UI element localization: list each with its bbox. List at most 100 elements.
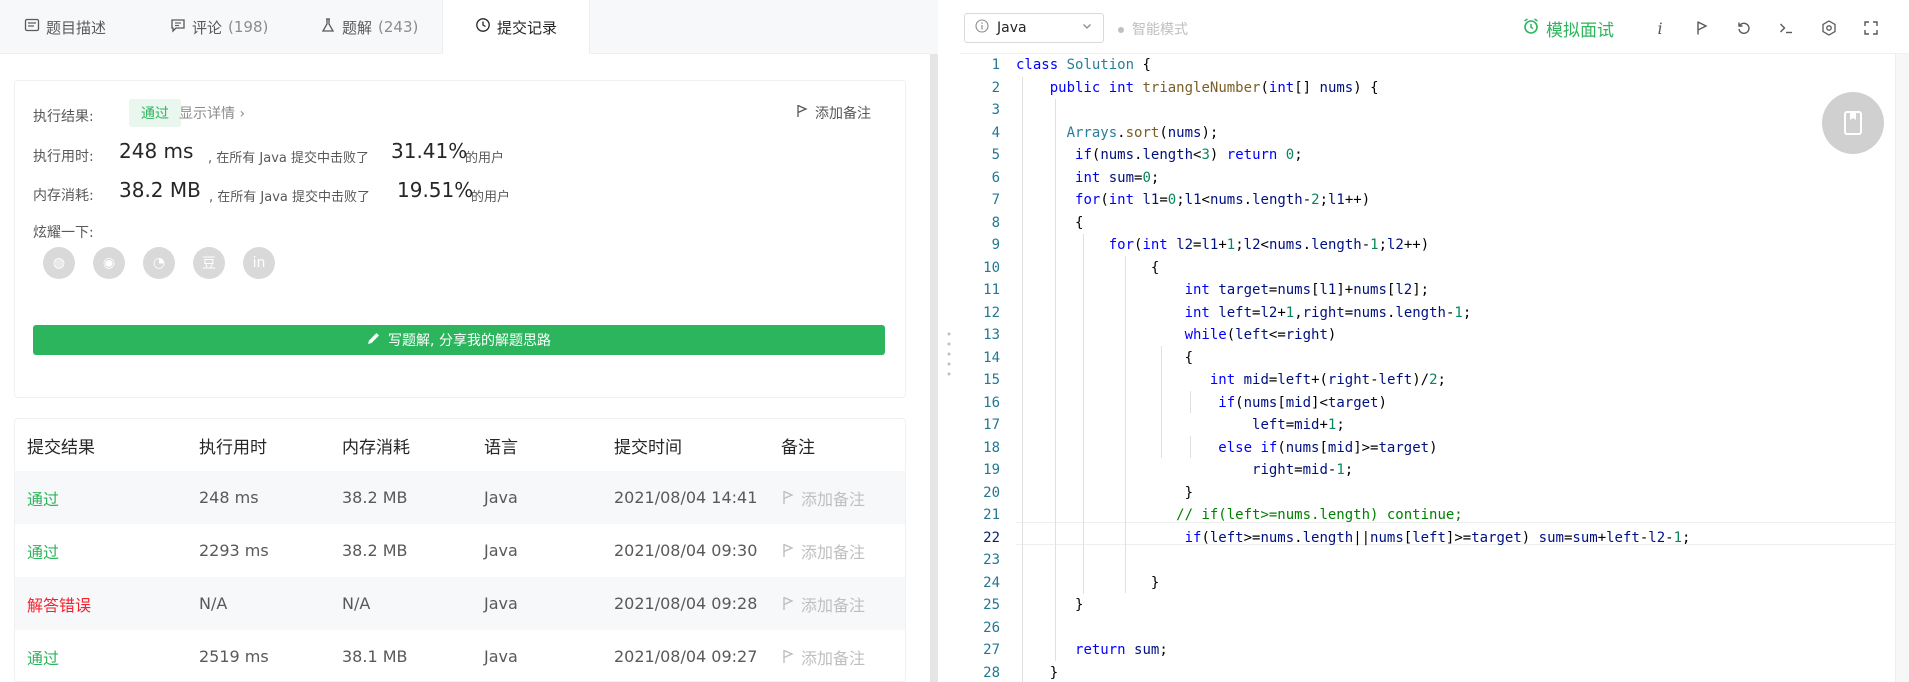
show-details-link[interactable]: 显示详情 ›	[179, 103, 245, 123]
row-status[interactable]: 通过	[27, 630, 59, 681]
drag-handle-icon[interactable]	[947, 330, 951, 380]
mock-interview-label: 模拟面试	[1546, 21, 1614, 41]
line-number: 14	[983, 349, 1000, 366]
code-line[interactable]: return sum;	[1016, 639, 1168, 662]
row-status[interactable]: 通过	[27, 471, 59, 524]
line-number: 12	[983, 304, 1000, 321]
code-line[interactable]: }	[1016, 662, 1058, 682]
tab-count: (198)	[228, 18, 269, 36]
notebook-button[interactable]	[1822, 92, 1884, 154]
line-number: 13	[983, 327, 1000, 343]
code-line[interactable]: int target=nums[l1]+nums[l2];	[1016, 279, 1430, 302]
left-scrollbar[interactable]	[930, 54, 938, 682]
tab-solutions[interactable]: 题解 (243)	[320, 0, 418, 54]
code-line[interactable]: int sum=0;	[1016, 167, 1159, 190]
code-line[interactable]: Arrays.sort(nums);	[1016, 122, 1219, 145]
language-select[interactable]: Java	[964, 13, 1104, 43]
submissions-table: 提交结果 执行用时 内存消耗 语言 提交时间 备注 通过 248 ms 38.2…	[14, 418, 906, 682]
row-date: 2021/08/04 14:41	[614, 488, 758, 507]
smart-mode-toggle[interactable]: 智能模式	[1118, 19, 1188, 39]
table-row[interactable]: 通过 248 ms 38.2 MB Java 2021/08/04 14:41 …	[15, 471, 905, 524]
code-line[interactable]: // if(left>=nums.length) continue;	[1016, 504, 1463, 527]
language-value: Java	[997, 20, 1027, 36]
tab-bar: 题目描述 评论 (198) 题解 (243) 提交记录	[0, 0, 930, 54]
code-line[interactable]: int mid=left+(right-left)/2;	[1016, 369, 1446, 392]
line-number: 4	[991, 124, 1000, 141]
code-line[interactable]: class Solution {	[1016, 54, 1151, 77]
write-solution-button[interactable]: 写题解, 分享我的解题思路	[33, 325, 885, 355]
code-line[interactable]: }	[1016, 572, 1159, 595]
code-line[interactable]: for(int l2=l1+1;l2<nums.length-1;l2++)	[1016, 234, 1429, 257]
douban-icon[interactable]: 豆	[193, 247, 225, 279]
row-date: 2021/08/04 09:30	[614, 541, 758, 560]
code-line[interactable]: {	[1016, 257, 1159, 280]
code-line[interactable]: left=mid+1;	[1016, 414, 1345, 437]
weibo-icon[interactable]: ◉	[93, 247, 125, 279]
qq-icon[interactable]: ◔	[143, 247, 175, 279]
tab-comments[interactable]: 评论 (198)	[170, 0, 268, 54]
code-line[interactable]: int left=l2+1,right=nums.length-1;	[1016, 302, 1472, 325]
comment-icon	[170, 17, 186, 37]
row-add-note[interactable]: 添加备注	[781, 471, 865, 524]
mock-interview-button[interactable]: 模拟面试	[1522, 16, 1614, 41]
line-number: 25	[983, 597, 1000, 613]
code-line[interactable]: while(left<=right)	[1016, 324, 1337, 347]
wechat-icon[interactable]: ◍	[43, 247, 75, 279]
row-status[interactable]: 解答错误	[27, 577, 91, 630]
fullscreen-icon[interactable]	[1861, 18, 1881, 38]
code-line[interactable]: {	[1016, 212, 1083, 235]
memory-label: 内存消耗:	[33, 188, 94, 204]
tab-label: 题目描述	[46, 18, 107, 37]
flag-icon	[783, 543, 794, 557]
row-language: Java	[484, 488, 518, 507]
table-row[interactable]: 通过 2519 ms 38.1 MB Java 2021/08/04 09:27…	[15, 630, 905, 681]
line-number: 16	[983, 394, 1000, 411]
table-row[interactable]: 通过 2293 ms 38.2 MB Java 2021/08/04 09:30…	[15, 524, 905, 577]
code-line[interactable]: for(int l1=0;l1<nums.length-2;l1++)	[1016, 189, 1370, 212]
code-line[interactable]: public int triangleNumber(int[] nums) {	[1016, 77, 1379, 100]
info-italic-icon[interactable]: i	[1650, 18, 1670, 38]
code-line[interactable]: {	[1016, 347, 1193, 370]
code-line[interactable]: right=mid-1;	[1016, 459, 1353, 482]
editor-scrollbar[interactable]	[1895, 54, 1909, 682]
gear-icon[interactable]	[1819, 18, 1839, 38]
runtime-suffix: 的用户	[465, 151, 505, 166]
table-row[interactable]: 解答错误 N/A N/A Java 2021/08/04 09:28 添加备注	[15, 577, 905, 630]
row-memory: 38.1 MB	[342, 647, 408, 666]
tab-label: 提交记录	[496, 18, 557, 37]
editor-toolbar: Java 智能模式 模拟面试 i	[960, 0, 1909, 54]
line-number: 22	[983, 529, 1000, 546]
tab-description[interactable]: 题目描述	[24, 0, 106, 54]
line-number: 17	[983, 417, 1000, 433]
line-number: 7	[991, 192, 1000, 208]
memory-suffix: 的用户	[471, 190, 511, 205]
code-line[interactable]: }	[1016, 482, 1193, 505]
code-line[interactable]: else if(nums[mid]>=target)	[1016, 437, 1437, 460]
console-icon[interactable]	[1776, 18, 1796, 38]
line-number: 15	[983, 372, 1000, 388]
row-add-note[interactable]: 添加备注	[781, 524, 865, 577]
code-line[interactable]: if(nums.length<3) return 0;	[1016, 144, 1303, 167]
memory-value: 38.2 MB	[119, 178, 201, 202]
add-note-button[interactable]: 添加备注	[795, 103, 871, 123]
code-line[interactable]: if(left>=nums.length||nums[left]>=target…	[1016, 527, 1691, 550]
flag-icon[interactable]	[1692, 18, 1712, 38]
row-memory: 38.2 MB	[342, 541, 408, 560]
code-editor[interactable]: 1 2 3 4 5 6 7 8 9 10 11 12 13 14 15 16 17 18 19 20 21 22 23 24 2…	[960, 54, 1909, 682]
runtime-value: 248 ms	[119, 139, 194, 163]
code-line[interactable]: if(nums[mid]<target)	[1016, 392, 1387, 415]
reset-icon[interactable]	[1734, 18, 1754, 38]
line-number: 5	[991, 147, 1000, 163]
linkedin-icon[interactable]: in	[243, 247, 275, 279]
row-runtime: N/A	[199, 594, 228, 613]
col-header-note: 备注	[781, 437, 815, 458]
row-add-note[interactable]: 添加备注	[781, 630, 865, 681]
row-add-note[interactable]: 添加备注	[781, 577, 865, 630]
line-number: 20	[983, 484, 1000, 501]
pencil-icon	[367, 332, 380, 349]
code-line[interactable]: }	[1016, 594, 1083, 617]
line-number: 9	[991, 237, 1000, 253]
row-status[interactable]: 通过	[27, 524, 59, 577]
runtime-label: 执行用时:	[33, 149, 94, 165]
tab-submissions[interactable]: 提交记录	[442, 0, 590, 54]
